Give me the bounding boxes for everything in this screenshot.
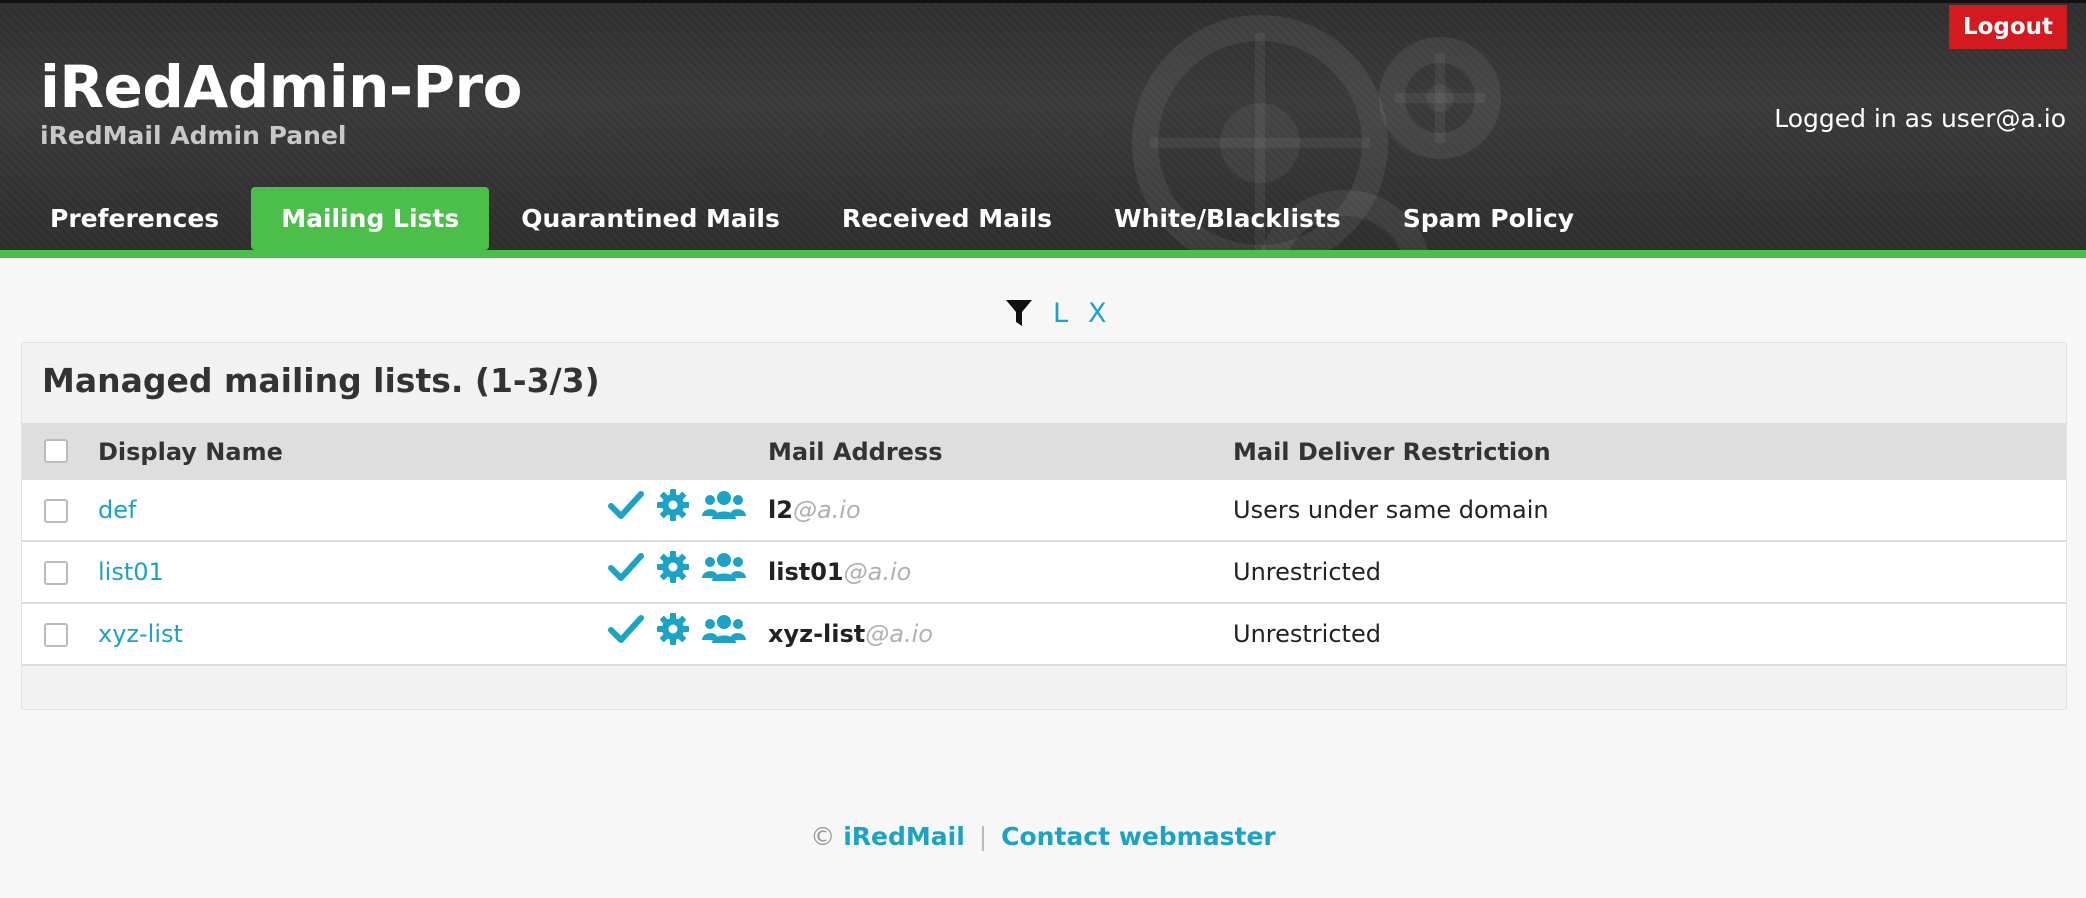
- row-checkbox[interactable]: [44, 499, 68, 523]
- letter-filter: L X: [1005, 298, 1107, 329]
- filter-letter-x[interactable]: X: [1088, 298, 1107, 329]
- gear-icon[interactable]: [656, 612, 690, 646]
- nav-item-received-mails[interactable]: Received Mails: [812, 187, 1082, 250]
- mail-address-user: xyz-list: [768, 620, 866, 648]
- app-header: iRedAdmin-Pro iRedMail Admin Panel Logou…: [0, 0, 2086, 258]
- gear-icon[interactable]: [656, 550, 690, 584]
- nav-item-preferences[interactable]: Preferences: [20, 187, 249, 250]
- select-all-checkbox[interactable]: [44, 439, 68, 463]
- logout-button[interactable]: Logout: [1949, 5, 2067, 49]
- users-icon[interactable]: [702, 613, 746, 645]
- main-nav: Preferences Mailing Lists Quarantined Ma…: [20, 187, 1606, 250]
- check-icon[interactable]: [608, 489, 644, 521]
- nav-item-white-blacklists[interactable]: White/Blacklists: [1084, 187, 1371, 250]
- mail-address-user: l2: [768, 496, 793, 524]
- row-actions: [608, 612, 746, 646]
- list-name-link[interactable]: xyz-list: [98, 620, 183, 648]
- footer-iredmail-link[interactable]: iRedMail: [843, 822, 965, 851]
- table-row: xyz-list xyz-list @a.io Unrestricted: [22, 604, 2066, 666]
- mail-address-user: list01: [768, 558, 844, 586]
- column-mail-address[interactable]: Mail Address: [768, 423, 943, 480]
- filter-letter-l[interactable]: L: [1053, 298, 1068, 329]
- row-checkbox[interactable]: [44, 623, 68, 647]
- restriction-value: Unrestricted: [1233, 620, 1381, 648]
- row-actions: [608, 488, 746, 522]
- list-name-link[interactable]: def: [98, 496, 136, 524]
- footer-separator: |: [978, 822, 988, 851]
- restriction-value: Users under same domain: [1233, 496, 1549, 524]
- footer: © iRedMail | Contact webmaster: [0, 822, 2086, 851]
- users-icon[interactable]: [702, 551, 746, 583]
- panel-title: Managed mailing lists. (1-3/3): [42, 361, 600, 400]
- gear-icon[interactable]: [656, 488, 690, 522]
- restriction-value: Unrestricted: [1233, 558, 1381, 586]
- logged-in-status: Logged in as user@a.io: [1774, 104, 2066, 133]
- check-icon[interactable]: [608, 613, 644, 645]
- table-header: Display Name Mail Address Mail Deliver R…: [22, 423, 2066, 480]
- table-row: list01 list01 @a.io Unrestricted: [22, 542, 2066, 604]
- copyright-symbol: ©: [810, 822, 836, 851]
- list-name-link[interactable]: list01: [98, 558, 164, 586]
- app-subtitle: iRedMail Admin Panel: [40, 121, 347, 150]
- users-icon[interactable]: [702, 489, 746, 521]
- mail-address-domain: @a.io: [865, 620, 933, 648]
- mail-address-domain: @a.io: [792, 496, 861, 524]
- nav-item-mailing-lists[interactable]: Mailing Lists: [251, 187, 490, 250]
- row-checkbox[interactable]: [44, 561, 68, 585]
- table-row: def l2 @a.io Users under same domain: [22, 480, 2066, 542]
- column-restriction[interactable]: Mail Deliver Restriction: [1233, 423, 1551, 480]
- row-actions: [608, 550, 746, 584]
- nav-item-quarantined-mails[interactable]: Quarantined Mails: [491, 187, 810, 250]
- nav-item-spam-policy[interactable]: Spam Policy: [1373, 187, 1604, 250]
- column-display-name[interactable]: Display Name: [98, 423, 283, 480]
- mailing-lists-panel: Managed mailing lists. (1-3/3) Display N…: [21, 342, 2067, 710]
- check-icon[interactable]: [608, 551, 644, 583]
- footer-contact-link[interactable]: Contact webmaster: [1001, 822, 1276, 851]
- filter-icon: [1006, 300, 1032, 326]
- app-title: iRedAdmin-Pro: [40, 53, 522, 121]
- mail-address-domain: @a.io: [843, 558, 912, 586]
